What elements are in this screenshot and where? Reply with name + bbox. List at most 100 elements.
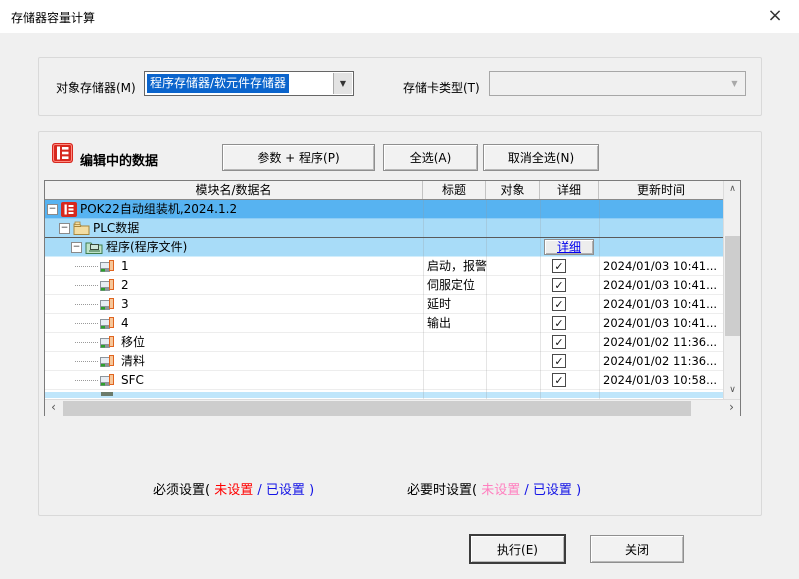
tree-item-label: POK22自动组装机,2024.1.2 bbox=[80, 200, 237, 218]
updated-cell: 2024/01/03 10:41... bbox=[603, 276, 717, 294]
target-memory-value: 程序存储器/软元件存储器 bbox=[147, 74, 289, 93]
optional-legend: 必要时设置( 未设置 / 已设置 ) bbox=[407, 479, 581, 498]
chevron-down-icon[interactable]: ▼ bbox=[333, 73, 352, 94]
project-icon bbox=[61, 202, 77, 220]
target-checkbox[interactable]: ✓ bbox=[552, 373, 566, 387]
tree-item-label: 1 bbox=[121, 257, 129, 275]
card-type-label: 存储卡类型(T) bbox=[403, 79, 480, 96]
table-row[interactable]: − PLC数据 bbox=[45, 219, 723, 238]
scroll-left-icon[interactable]: ‹ bbox=[45, 400, 62, 417]
target-checkbox[interactable]: ✓ bbox=[552, 297, 566, 311]
col-header-name[interactable]: 模块名/数据名 bbox=[45, 181, 423, 199]
scroll-up-icon[interactable]: ∧ bbox=[724, 181, 741, 198]
target-memory-label: 对象存储器(M) bbox=[56, 79, 136, 96]
tree-connector bbox=[75, 285, 98, 286]
updated-cell: 2024/01/03 10:58... bbox=[603, 371, 717, 389]
deselect-all-button[interactable]: 取消全选(N) bbox=[483, 144, 599, 171]
scroll-down-icon[interactable]: ∨ bbox=[724, 382, 741, 399]
partial-row bbox=[45, 390, 723, 399]
chevron-down-icon: ▼ bbox=[725, 73, 744, 94]
target-checkbox[interactable]: ✓ bbox=[552, 354, 566, 368]
select-all-button[interactable]: 全选(A) bbox=[383, 144, 478, 171]
program-icon bbox=[99, 316, 115, 333]
param-program-button[interactable]: 参数 + 程序(P) bbox=[222, 144, 375, 171]
target-checkbox[interactable]: ✓ bbox=[552, 259, 566, 273]
table-row[interactable]: 移位 ✓ 2024/01/02 11:36... bbox=[45, 333, 723, 352]
target-checkbox[interactable]: ✓ bbox=[552, 316, 566, 330]
col-header-detail[interactable]: 详细 bbox=[540, 181, 599, 199]
program-icon bbox=[99, 278, 115, 295]
target-memory-select[interactable]: 程序存储器/软元件存储器 ▼ bbox=[144, 71, 354, 96]
optional-set: 已设置 bbox=[533, 483, 572, 498]
col-header-title[interactable]: 标题 bbox=[423, 181, 486, 199]
card-type-select: ▼ bbox=[489, 71, 746, 96]
col-header-target[interactable]: 对象 bbox=[486, 181, 540, 199]
vertical-scrollbar[interactable]: ∧ ∨ bbox=[723, 181, 740, 399]
table-row[interactable]: 1 启动，报警 ✓ 2024/01/03 10:41... bbox=[45, 257, 723, 276]
updated-cell: 2024/01/02 11:36... bbox=[603, 352, 717, 370]
edit-data-title: 编辑中的数据 bbox=[80, 150, 158, 169]
program-icon bbox=[99, 373, 115, 390]
required-not-set: 未设置 bbox=[214, 483, 253, 498]
tree-item-label: 清料 bbox=[121, 352, 145, 370]
horizontal-scroll-thumb[interactable] bbox=[63, 401, 691, 416]
tree-item-label: 2 bbox=[121, 276, 129, 294]
tree-connector bbox=[75, 361, 98, 362]
tree-connector bbox=[75, 323, 98, 324]
target-checkbox[interactable]: ✓ bbox=[552, 335, 566, 349]
optional-label: 必要时设置( bbox=[407, 483, 477, 498]
collapse-icon[interactable]: − bbox=[59, 223, 70, 234]
target-checkbox[interactable]: ✓ bbox=[552, 278, 566, 292]
required-legend: 必须设置( 未设置 / 已设置 ) bbox=[153, 479, 314, 498]
program-folder-icon bbox=[85, 240, 103, 257]
collapse-icon[interactable]: − bbox=[47, 204, 58, 215]
gridline bbox=[486, 200, 487, 399]
legend-paren: ) bbox=[576, 483, 581, 498]
table-row[interactable]: 清料 ✓ 2024/01/02 11:36... bbox=[45, 352, 723, 371]
title-cell: 伺服定位 bbox=[427, 276, 475, 294]
titlebar: 存储器容量计算 × bbox=[0, 0, 799, 33]
program-icon bbox=[99, 259, 115, 276]
tree-item-label: 程序(程序文件) bbox=[106, 238, 187, 256]
legend-slash: / bbox=[257, 483, 261, 498]
partial-row-highlight bbox=[45, 392, 723, 398]
tree-connector bbox=[75, 266, 98, 267]
collapse-icon[interactable]: − bbox=[71, 242, 82, 253]
table-row[interactable]: − 程序(程序文件) ✓ 详细 bbox=[45, 238, 723, 257]
tree-item-label: PLC数据 bbox=[93, 219, 139, 237]
table-row[interactable]: 3 延时 ✓ 2024/01/03 10:41... bbox=[45, 295, 723, 314]
gridline bbox=[599, 200, 600, 399]
project-icon bbox=[52, 143, 73, 166]
gridline bbox=[540, 200, 541, 399]
tree-item-label: 移位 bbox=[121, 333, 145, 351]
vertical-scroll-thumb[interactable] bbox=[725, 236, 740, 336]
updated-cell: 2024/01/03 10:41... bbox=[603, 314, 717, 332]
program-icon bbox=[99, 354, 115, 371]
optional-not-set: 未设置 bbox=[481, 483, 520, 498]
table-row[interactable]: SFC ✓ 2024/01/03 10:58... bbox=[45, 371, 723, 390]
title-cell: 延时 bbox=[427, 295, 451, 313]
legend-slash: / bbox=[524, 483, 528, 498]
col-header-updated[interactable]: 更新时间 bbox=[599, 181, 723, 199]
close-button[interactable]: 关闭 bbox=[590, 535, 684, 563]
updated-cell: 2024/01/02 11:36... bbox=[603, 333, 717, 351]
detail-button[interactable]: 详细 bbox=[544, 239, 594, 255]
table-row[interactable]: 2 伺服定位 ✓ 2024/01/03 10:41... bbox=[45, 276, 723, 295]
updated-cell: 2024/01/03 10:41... bbox=[603, 257, 717, 275]
horizontal-scrollbar[interactable]: ‹ › bbox=[45, 399, 740, 416]
table-row[interactable]: − POK22自动组装机,2024.1.2 bbox=[45, 200, 723, 219]
required-label: 必须设置( bbox=[153, 483, 210, 498]
scroll-right-icon[interactable]: › bbox=[723, 400, 740, 417]
program-icon bbox=[99, 335, 115, 352]
execute-button[interactable]: 执行(E) bbox=[470, 535, 565, 563]
tree-item-label: 4 bbox=[121, 314, 129, 332]
close-icon[interactable]: × bbox=[758, 2, 792, 30]
table-header: 模块名/数据名 标题 对象 详细 更新时间 bbox=[45, 181, 723, 200]
window-title: 存储器容量计算 bbox=[11, 9, 95, 26]
section-separator bbox=[45, 237, 723, 238]
gridline bbox=[423, 200, 424, 399]
updated-cell: 2024/01/03 10:41... bbox=[603, 295, 717, 313]
tree-connector bbox=[75, 304, 98, 305]
table-row[interactable]: 4 输出 ✓ 2024/01/03 10:41... bbox=[45, 314, 723, 333]
program-icon bbox=[99, 297, 115, 314]
